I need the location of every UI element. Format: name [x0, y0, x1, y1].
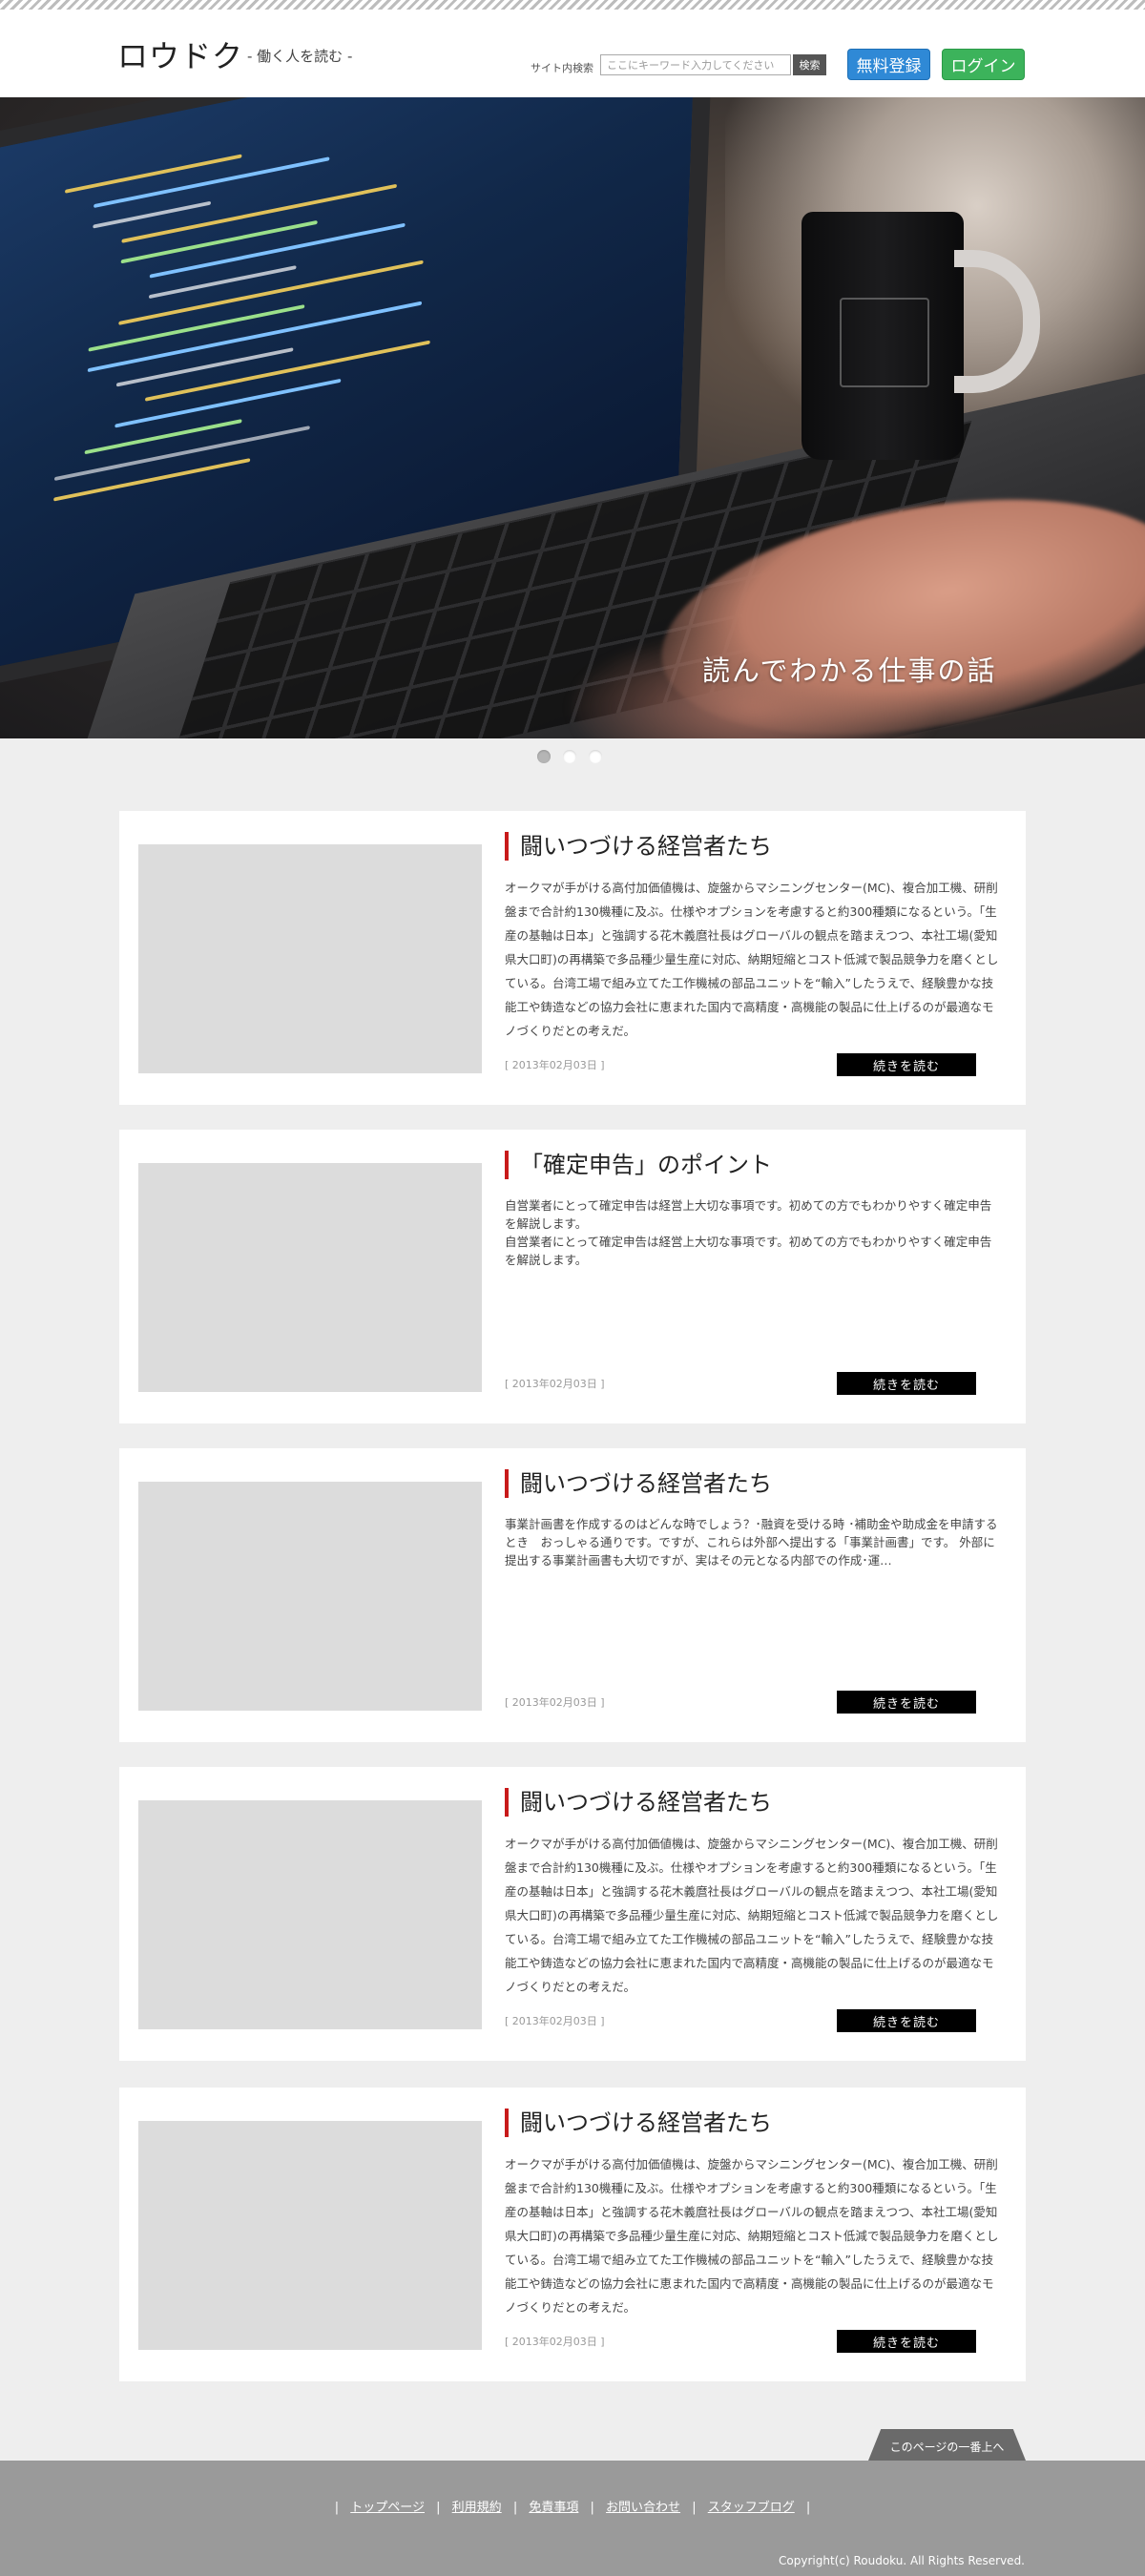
article-thumbnail[interactable] [138, 1482, 482, 1711]
article-thumbnail[interactable] [138, 1800, 482, 2029]
read-more-button[interactable]: 続きを読む [837, 1372, 976, 1395]
read-more-button[interactable]: 続きを読む [837, 2330, 976, 2353]
footer-separator: | [334, 2501, 340, 2515]
article-thumbnail[interactable] [138, 844, 482, 1073]
article-date: [ 2013年02月03日 ] [505, 2015, 605, 2027]
article-thumbnail[interactable] [138, 2121, 482, 2350]
article-excerpt: オークマが手がける高付加価値機は、旋盤からマシニングセンター(MC)、複合加工機… [505, 1837, 999, 1994]
article-excerpt: 事業計画書を作成するのはどんな時でしょう？･融資を受ける時 ･補助金や助成金を申… [505, 1517, 998, 1568]
footer-separator: | [512, 2501, 518, 2515]
article-title[interactable]: 「確定申告」のポイント [505, 1151, 772, 1179]
site-tagline: - 働く人を読む - [247, 48, 353, 65]
search-input[interactable] [600, 54, 791, 75]
read-more-button[interactable]: 続きを読む [837, 1691, 976, 1714]
login-button[interactable]: ログイン [942, 49, 1025, 80]
footer-link-disclaimer[interactable]: 免責事項 [529, 2501, 578, 2515]
footer-link-staff-blog[interactable]: スタッフブログ [708, 2501, 795, 2515]
article-date: [ 2013年02月03日 ] [505, 1059, 605, 1071]
article-excerpt: オークマが手がける高付加価値機は、旋盤からマシニングセンター(MC)、複合加工機… [505, 881, 999, 1038]
site-logo[interactable]: ロウドク [117, 32, 243, 76]
mug-emblem-image [840, 298, 929, 387]
footer-link-terms[interactable]: 利用規約 [452, 2501, 502, 2515]
search-button[interactable]: 検索 [793, 54, 826, 75]
article-date: [ 2013年02月03日 ] [505, 1378, 605, 1390]
top-stripe [0, 0, 1145, 10]
article-excerpt: オークマが手がける高付加価値機は、旋盤からマシニングセンター(MC)、複合加工機… [505, 2157, 999, 2315]
article-title[interactable]: 闘いつづける経営者たち [505, 2109, 772, 2137]
search-label: サイト内検索 [531, 62, 593, 74]
article-thumbnail[interactable] [138, 1163, 482, 1392]
copyright: Copyright(c) Roudoku. All Rights Reserve… [779, 2554, 1025, 2567]
read-more-button[interactable]: 続きを読む [837, 2009, 976, 2032]
slider-dot-2[interactable] [563, 750, 576, 763]
article-card: 闘いつづける経営者たち オークマが手がける高付加価値機は、旋盤からマシニングセン… [119, 811, 1026, 1105]
site-footer: | トップページ | 利用規約 | 免責事項 | お問い合わせ | スタッフブロ… [0, 2461, 1145, 2576]
footer-nav: | トップページ | 利用規約 | 免責事項 | お問い合わせ | スタッフブロ… [0, 2497, 1145, 2515]
slider-dot-3[interactable] [589, 750, 602, 763]
article-title[interactable]: 闘いつづける経営者たち [505, 832, 772, 861]
register-button[interactable]: 無料登録 [847, 49, 930, 80]
footer-separator: | [805, 2501, 811, 2515]
page-top-button[interactable]: このページの一番上へ [868, 2429, 1026, 2461]
article-card: 闘いつづける経営者たち 事業計画書を作成するのはどんな時でしょう？･融資を受ける… [119, 1448, 1026, 1742]
read-more-button[interactable]: 続きを読む [837, 1053, 976, 1076]
article-excerpt: 自営業者にとって確定申告は経営上大切な事項です。初めての方でもわかりやすく確定申… [505, 1198, 992, 1267]
footer-separator: | [590, 2501, 594, 2515]
site-header: ロウドク - 働く人を読む - サイト内検索 検索 無料登録 ログイン [0, 10, 1145, 97]
hero-banner[interactable]: 読んでわかる仕事の話 [0, 97, 1145, 738]
footer-separator: | [436, 2501, 441, 2515]
footer-separator: | [692, 2501, 697, 2515]
slider-dot-1[interactable] [537, 750, 551, 763]
article-card: 闘いつづける経営者たち オークマが手がける高付加価値機は、旋盤からマシニングセン… [119, 2088, 1026, 2381]
article-date: [ 2013年02月03日 ] [505, 1696, 605, 1709]
footer-link-top[interactable]: トップページ [350, 2501, 425, 2515]
article-title[interactable]: 闘いつづける経営者たち [505, 1788, 772, 1817]
hero-caption: 読んでわかる仕事の話 [702, 654, 997, 687]
article-title[interactable]: 闘いつづける経営者たち [505, 1469, 772, 1498]
article-card: 闘いつづける経営者たち オークマが手がける高付加価値機は、旋盤からマシニングセン… [119, 1767, 1026, 2061]
article-card: 「確定申告」のポイント 自営業者にとって確定申告は経営上大切な事項です。初めての… [119, 1130, 1026, 1423]
article-date: [ 2013年02月03日 ] [505, 2336, 605, 2348]
footer-link-contact[interactable]: お問い合わせ [606, 2501, 680, 2515]
